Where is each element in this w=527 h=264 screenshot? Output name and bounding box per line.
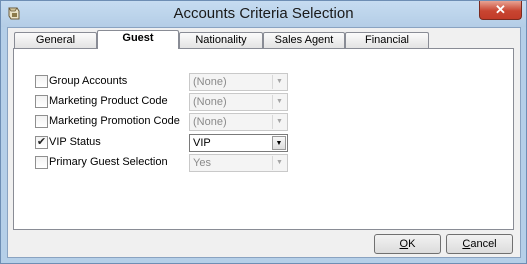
tab-nationality[interactable]: Nationality — [179, 32, 263, 48]
chevron-down-icon: ▼ — [272, 156, 286, 170]
vip-status-label: VIP Status — [49, 136, 101, 148]
close-button[interactable]: ✕ — [479, 1, 522, 20]
chevron-down-icon[interactable]: ▼ — [272, 136, 286, 150]
select-value: Yes — [193, 157, 211, 169]
tab-label: Nationality — [195, 34, 247, 46]
tab-label: General — [35, 34, 76, 46]
ok-accelerator: O — [399, 238, 409, 250]
marketing-product-code-select: (None) ▼ — [189, 93, 288, 111]
tab-financial[interactable]: Financial — [345, 32, 429, 48]
dialog-window: Accounts Criteria Selection ✕ General Gu… — [0, 0, 527, 264]
vip-status-select[interactable]: VIP ▼ — [189, 134, 288, 152]
primary-guest-selection-label: Primary Guest Selection — [49, 156, 168, 168]
title-bar[interactable]: Accounts Criteria Selection ✕ — [1, 1, 526, 27]
tab-label: Guest — [122, 32, 154, 44]
cancel-button[interactable]: Cancel — [446, 234, 513, 254]
marketing-promotion-code-checkbox[interactable] — [35, 115, 48, 128]
marketing-product-code-label: Marketing Product Code — [49, 95, 168, 107]
primary-guest-selection-checkbox[interactable] — [35, 156, 48, 169]
select-value: (None) — [193, 116, 227, 128]
select-value: (None) — [193, 96, 227, 108]
ok-label: K — [408, 238, 416, 250]
vip-status-checkbox[interactable]: ✔ — [35, 136, 48, 149]
marketing-product-code-checkbox[interactable] — [35, 95, 48, 108]
tab-label: Sales Agent — [274, 34, 334, 46]
primary-guest-selection-select: Yes ▼ — [189, 154, 288, 172]
select-value: (None) — [193, 76, 227, 88]
group-accounts-checkbox[interactable] — [35, 75, 48, 88]
tab-guest[interactable]: Guest — [97, 30, 179, 49]
select-value: VIP — [193, 137, 211, 149]
tab-general[interactable]: General — [14, 32, 97, 48]
window-title: Accounts Criteria Selection — [173, 5, 354, 22]
tab-label: Financial — [364, 34, 410, 46]
chevron-down-icon: ▼ — [272, 115, 286, 129]
marketing-promotion-code-label: Marketing Promotion Code — [49, 115, 180, 127]
chevron-down-icon: ▼ — [272, 75, 286, 89]
close-icon: ✕ — [495, 2, 506, 17]
tab-sales-agent[interactable]: Sales Agent — [263, 32, 345, 48]
dialog-body: General Guest Nationality Sales Agent Fi… — [7, 27, 521, 258]
chevron-down-icon: ▼ — [272, 95, 286, 109]
cancel-label: ancel — [470, 238, 497, 250]
marketing-promotion-code-select: (None) ▼ — [189, 113, 288, 131]
guest-tab-panel: Group Accounts (None) ▼ Marketing Produc… — [13, 48, 514, 230]
group-accounts-label: Group Accounts — [49, 75, 128, 87]
group-accounts-select: (None) ▼ — [189, 73, 288, 91]
ok-button[interactable]: OK — [374, 234, 441, 254]
